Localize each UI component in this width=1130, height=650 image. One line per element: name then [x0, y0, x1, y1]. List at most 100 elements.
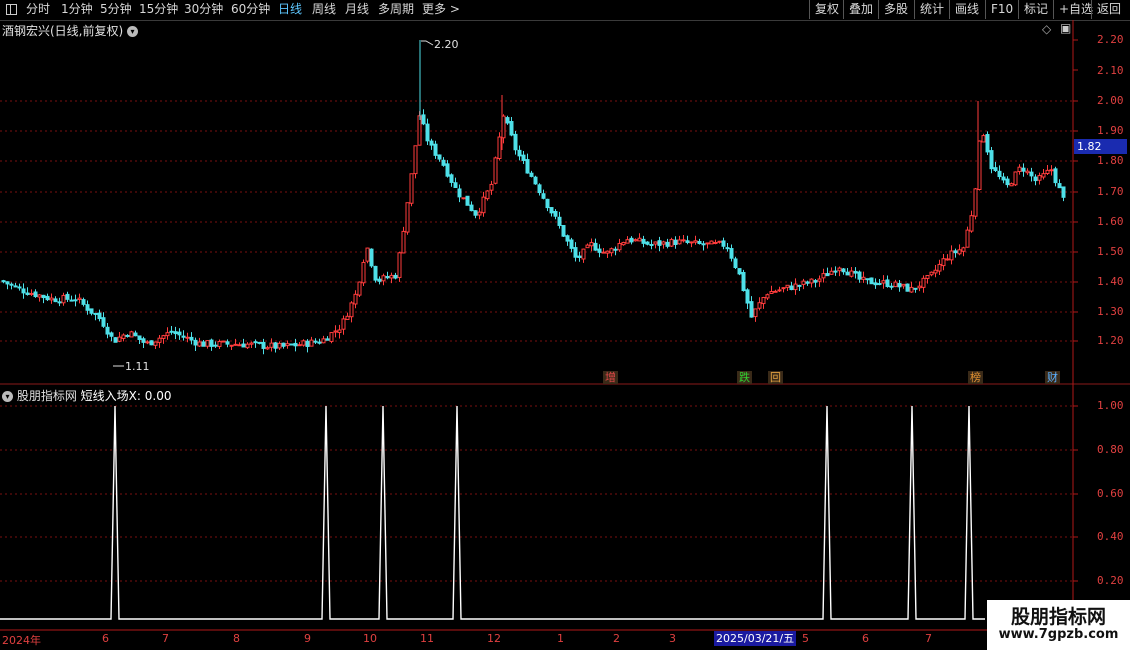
candle-body	[729, 248, 734, 259]
candle-body	[145, 341, 150, 344]
indicator-tick: 0.20	[1097, 574, 1124, 587]
candle-body	[405, 202, 410, 233]
candle-body	[421, 114, 426, 125]
candle-body	[597, 248, 602, 253]
candle-body	[229, 344, 234, 347]
candle-body	[141, 338, 146, 343]
date-label: 6	[102, 632, 109, 645]
candle-body	[537, 184, 542, 194]
candle-body	[21, 288, 26, 294]
candle-body	[33, 291, 38, 298]
candle-body	[437, 154, 442, 160]
window-toggle-icon[interactable]: ▣	[1060, 21, 1071, 35]
price-tick: 2.00	[1097, 94, 1124, 107]
candle-body	[29, 292, 34, 295]
candle-body	[801, 280, 806, 285]
candle-body	[813, 280, 818, 283]
candle-body	[81, 299, 86, 305]
candle-body	[73, 299, 78, 302]
candle-body	[473, 210, 478, 216]
candle-body	[373, 265, 378, 281]
low-price-label: 1.11	[125, 360, 150, 373]
candle-body	[781, 287, 786, 290]
candle-body	[369, 248, 374, 267]
candle-body	[101, 317, 106, 327]
candle-body	[785, 284, 790, 288]
price-tick: 2.20	[1097, 33, 1124, 46]
candle-body	[285, 343, 290, 347]
candle-body	[433, 143, 438, 156]
candle-body	[621, 241, 626, 246]
event-tag[interactable]: 财	[1045, 371, 1060, 384]
candle-body	[325, 338, 330, 341]
candle-body	[965, 229, 970, 248]
candle-body	[165, 332, 170, 337]
candle-body	[877, 283, 882, 286]
candle-body	[321, 338, 326, 344]
date-label: 8	[233, 632, 240, 645]
candle-body	[129, 331, 134, 338]
candle-body	[445, 163, 450, 177]
candle-body	[233, 343, 238, 346]
candle-body	[529, 172, 534, 177]
high-price-label: 2.20	[434, 38, 459, 51]
candle-body	[705, 242, 710, 245]
candle-body	[333, 330, 338, 333]
candle-body	[185, 336, 190, 339]
candle-body	[1041, 173, 1046, 178]
candle-body	[1021, 167, 1026, 172]
candle-body	[41, 294, 46, 299]
candle-body	[937, 263, 942, 272]
candle-body	[685, 240, 690, 243]
candle-body	[809, 278, 814, 284]
candle-body	[865, 278, 870, 281]
candle-body	[57, 301, 62, 304]
candle-body	[897, 283, 902, 288]
candle-body	[1017, 166, 1022, 172]
chevron-down-icon[interactable]: ▾	[127, 26, 139, 37]
event-tag[interactable]: 跌	[737, 371, 752, 384]
candle-body	[945, 258, 950, 261]
candle-body	[461, 197, 466, 200]
chart-canvas[interactable]	[0, 0, 1130, 650]
candle-body	[569, 239, 574, 249]
candle-body	[413, 145, 418, 175]
candle-body	[869, 277, 874, 285]
chevron-down-icon[interactable]: ▾	[2, 391, 13, 402]
candle-body	[749, 301, 754, 318]
candle-body	[873, 282, 878, 286]
candle-body	[65, 293, 70, 300]
candle-body	[61, 294, 66, 304]
candle-body	[1045, 169, 1050, 175]
candle-body	[9, 283, 14, 286]
candle-body	[773, 290, 778, 293]
candle-body	[969, 215, 974, 232]
indicator-tick: 0.40	[1097, 530, 1124, 543]
event-tag[interactable]: 榜	[968, 371, 983, 384]
candle-body	[241, 343, 246, 348]
candle-body	[941, 258, 946, 267]
price-tick: 2.10	[1097, 64, 1124, 77]
price-tick: 1.90	[1097, 124, 1124, 137]
candle-body	[565, 235, 570, 242]
candle-body	[377, 278, 382, 282]
candle-body	[521, 154, 526, 161]
candle-body	[77, 297, 82, 301]
event-tag[interactable]: 增	[603, 371, 618, 384]
candle-body	[825, 273, 830, 277]
candle-body	[649, 244, 654, 247]
candle-body	[197, 341, 202, 347]
high-marker	[421, 40, 434, 46]
candle-body	[481, 196, 486, 214]
candle-body	[1053, 168, 1058, 184]
diamond-icon[interactable]: ◇	[1042, 22, 1051, 36]
candle-body	[213, 344, 218, 347]
event-tag[interactable]: 回	[768, 371, 783, 384]
candle-body	[265, 347, 270, 350]
candle-body	[697, 241, 702, 245]
candle-body	[453, 182, 458, 188]
candle-body	[261, 341, 266, 349]
price-tick: 1.70	[1097, 185, 1124, 198]
candle-body	[329, 332, 334, 342]
candle-body	[753, 308, 758, 318]
